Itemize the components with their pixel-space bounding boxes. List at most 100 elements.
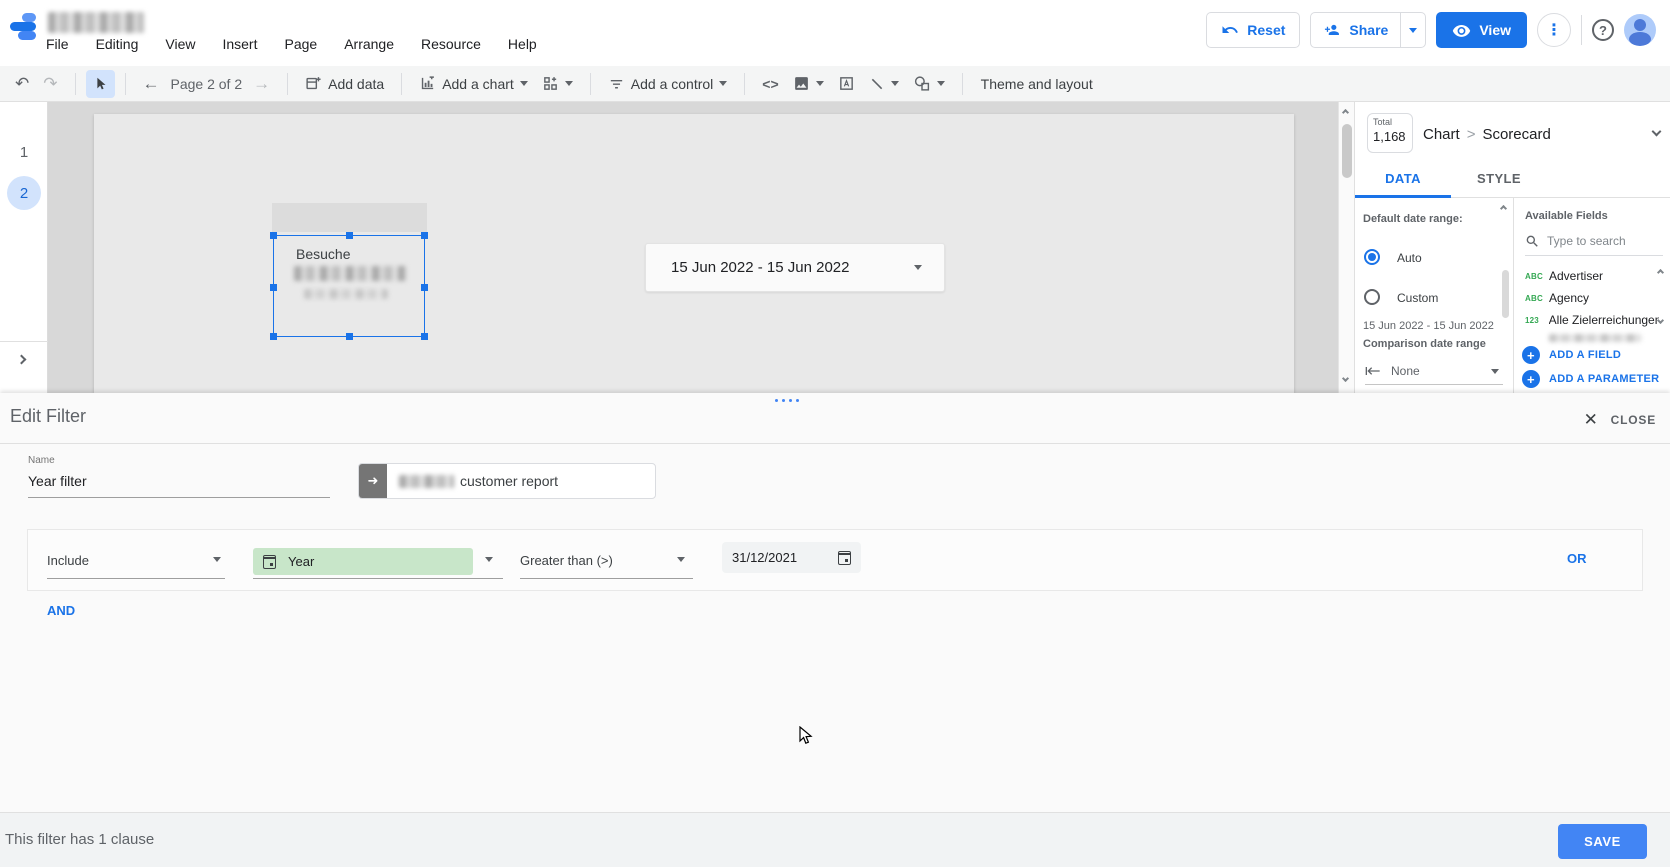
scroll-up-icon[interactable] (1341, 108, 1350, 117)
page-thumb-2-current[interactable]: 2 (0, 176, 48, 210)
share-button-group: Share (1310, 12, 1427, 48)
add-chart-button[interactable]: Add a chart (412, 70, 535, 98)
menu-file[interactable]: File (46, 36, 69, 52)
insert-image-button[interactable] (786, 70, 831, 98)
embed-code-button[interactable]: <> (755, 70, 785, 98)
number-type-icon: 123 (1525, 315, 1539, 325)
calendar-icon (262, 554, 276, 569)
reset-button[interactable]: Reset (1206, 12, 1301, 48)
field-item-advertiser[interactable]: ABC Advertiser (1525, 269, 1659, 283)
selected-scorecard-chart[interactable]: Besuche (270, 232, 428, 340)
resize-handle-s[interactable] (346, 333, 353, 340)
comparison-date-range-dropdown[interactable]: None (1365, 364, 1503, 385)
field-item-agency[interactable]: ABC Agency (1525, 291, 1659, 305)
insert-text-button[interactable] (831, 70, 862, 98)
share-button[interactable]: Share (1311, 13, 1400, 47)
undo-button[interactable]: ↶ (8, 70, 36, 98)
image-icon (794, 77, 808, 90)
chevron-down-icon[interactable] (485, 557, 493, 562)
close-filter-editor-button[interactable]: ✕ CLOSE (1584, 410, 1656, 430)
scrollbar-thumb[interactable] (1502, 270, 1509, 318)
insert-shape-button[interactable] (906, 70, 952, 98)
and-clause-button[interactable]: AND (47, 603, 75, 618)
comparison-arrow-icon (1365, 367, 1380, 375)
tab-data[interactable]: DATA (1355, 160, 1451, 197)
user-avatar[interactable] (1624, 14, 1656, 46)
selection-tool-button[interactable] (85, 69, 115, 98)
menu-editing[interactable]: Editing (96, 36, 139, 52)
add-component-button[interactable] (535, 70, 580, 98)
menu-insert[interactable]: Insert (222, 36, 257, 52)
field-item-partial-redacted[interactable] (1549, 334, 1641, 342)
resize-handle-n[interactable] (346, 232, 353, 239)
filter-field-chip[interactable]: Year (253, 548, 473, 575)
or-clause-button[interactable]: OR (1567, 551, 1587, 566)
radio-auto[interactable] (1364, 249, 1380, 265)
save-button[interactable]: SAVE (1558, 824, 1647, 859)
resize-handle-ne[interactable] (421, 232, 428, 239)
divider (1581, 15, 1582, 45)
previous-page-button[interactable]: ← (136, 70, 167, 98)
canvas-vertical-scrollbar[interactable] (1338, 102, 1354, 393)
view-button[interactable]: View (1436, 12, 1527, 48)
looker-studio-logo-icon[interactable] (10, 10, 44, 44)
share-label: Share (1349, 22, 1389, 38)
field-search[interactable] (1525, 234, 1663, 256)
more-options-button[interactable]: ⋮ (1537, 13, 1571, 47)
tab-style[interactable]: STYLE (1451, 160, 1547, 197)
menu-resource[interactable]: Resource (421, 36, 481, 52)
shapes-icon (914, 76, 929, 91)
data-source-chip[interactable]: ➜ customer report (358, 463, 656, 499)
menu-view[interactable]: View (165, 36, 195, 52)
scroll-up-icon[interactable] (1499, 204, 1508, 213)
add-control-button[interactable]: Add a control (601, 70, 735, 98)
calendar-icon[interactable] (837, 550, 851, 565)
menu-arrange[interactable]: Arrange (344, 36, 394, 52)
radio-custom-label: Custom (1397, 291, 1439, 305)
scrollbar-thumb[interactable] (1342, 124, 1352, 178)
edit-toolbar: ↶ ↷ ← Page 2 of 2 → Add data Add a chart… (0, 66, 1670, 102)
add-data-button[interactable]: Add data (298, 70, 391, 98)
filter-list-icon (610, 79, 622, 89)
available-fields-section: Available Fields ABC Advertiser ABC Agen… (1514, 198, 1670, 393)
date-range-control[interactable]: 15 Jun 2022 - 15 Jun 2022 (645, 243, 945, 292)
date-range-value: 15 Jun 2022 - 15 Jun 2022 (671, 259, 850, 276)
scroll-down-icon[interactable] (1341, 374, 1350, 383)
panel-resize-handle[interactable] (775, 399, 799, 402)
radio-custom[interactable] (1364, 289, 1380, 305)
cursor-icon (96, 77, 105, 89)
resize-handle-sw[interactable] (270, 333, 277, 340)
eye-icon (1453, 24, 1471, 37)
help-button[interactable]: ? (1592, 19, 1614, 41)
menu-page[interactable]: Page (284, 36, 317, 52)
dimension-type-icon: ABC (1525, 293, 1543, 303)
resize-handle-e[interactable] (421, 284, 428, 291)
header-rect-element[interactable] (272, 203, 427, 232)
filter-name-input[interactable] (28, 469, 330, 498)
collapse-panel-icon[interactable] (1651, 126, 1662, 137)
data-source-prefix-redacted (399, 474, 454, 488)
code-icon: <> (762, 75, 779, 92)
include-exclude-dropdown[interactable]: Include (47, 553, 89, 568)
add-a-field-button[interactable]: + ADD A FIELD (1522, 346, 1621, 364)
resize-handle-se[interactable] (421, 333, 428, 340)
filter-value-date-input[interactable]: 31/12/2021 (722, 542, 861, 573)
filter-editor-title: Edit Filter (10, 406, 87, 426)
next-page-button[interactable]: → (246, 70, 277, 98)
operator-dropdown[interactable]: Greater than (>) (520, 553, 613, 568)
resize-handle-w[interactable] (270, 284, 277, 291)
share-options-dropdown[interactable] (1400, 13, 1425, 47)
menu-help[interactable]: Help (508, 36, 537, 52)
add-a-parameter-button[interactable]: + ADD A PARAMETER (1522, 370, 1659, 388)
insert-line-button[interactable] (862, 70, 906, 98)
total-summary-card: Total 1,168 (1367, 113, 1413, 153)
chart-type-breadcrumb[interactable]: Chart > Scorecard (1423, 126, 1551, 143)
page-thumb-1[interactable]: 1 (0, 144, 48, 161)
field-item-alle-zielerreichungen[interactable]: 123 Alle Zielerreichungen (1525, 313, 1659, 327)
expand-page-panel-icon[interactable] (16, 354, 27, 365)
report-title-redacted[interactable] (48, 12, 144, 33)
redo-button[interactable]: ↷ (36, 70, 64, 98)
field-search-input[interactable] (1547, 234, 1651, 248)
theme-layout-button[interactable]: Theme and layout (973, 76, 1101, 92)
resize-handle-nw[interactable] (270, 232, 277, 239)
